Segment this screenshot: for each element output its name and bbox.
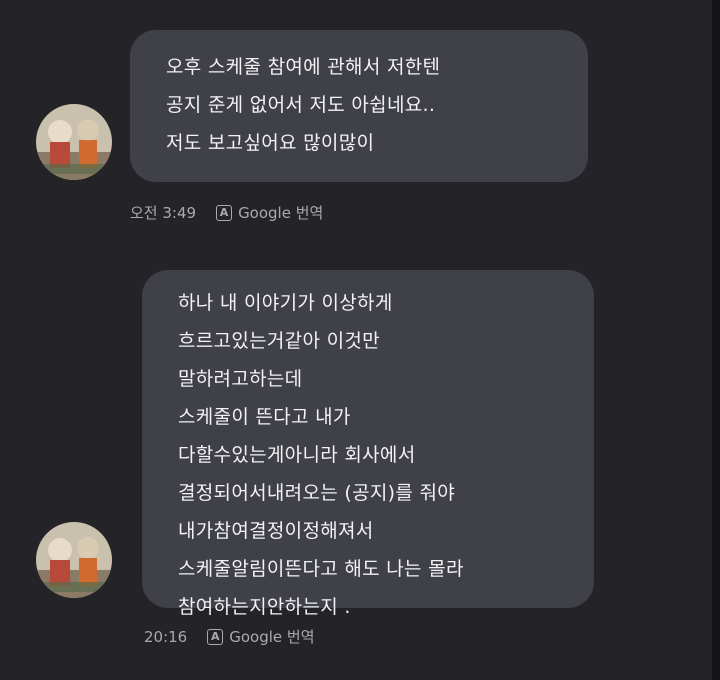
message-line: 저도 보고싶어요 많이많이	[166, 132, 375, 154]
translate-icon: A	[207, 628, 224, 645]
message-line: 다할수있는게아니라 회사에서	[178, 444, 416, 466]
google-translate-button[interactable]: A Google 번역	[216, 202, 323, 223]
message-timestamp: 20:16	[144, 627, 188, 646]
message-line: 내가참여결정이정해져서	[178, 520, 374, 542]
message-line: 하나 내 이야기가 이상하게	[178, 292, 393, 314]
translate-label: Google 번역	[229, 628, 315, 646]
message-line: 결정되어서내려오는 (공지)를 줘야	[178, 482, 456, 504]
window-edge	[712, 0, 720, 680]
message-line: 스케줄알림이뜬다고 해도 나는 몰라	[178, 558, 464, 580]
message-bubble: 오후 스케줄 참여에 관해서 저한텐 공지 준게 없어서 저도 아쉽네요.. 저…	[130, 30, 588, 182]
message-line: 흐르고있는거같아 이것만	[178, 330, 380, 352]
sender-avatar[interactable]	[36, 104, 112, 180]
message-line: 말하려고하는데	[178, 368, 303, 390]
message-line: 공지 준게 없어서 저도 아쉽네요..	[166, 94, 436, 116]
avatar-image	[36, 522, 112, 598]
message-meta: 20:16 A Google 번역	[144, 626, 315, 647]
message-line: 참여하는지안하는지 .	[178, 596, 351, 618]
sender-avatar[interactable]	[36, 522, 112, 598]
message-bubble: 하나 내 이야기가 이상하게 흐르고있는거같아 이것만 말하려고하는데 스케줄이…	[142, 270, 594, 618]
message-line: 오후 스케줄 참여에 관해서 저한텐	[166, 56, 441, 78]
message-line: 스케줄이 뜬다고 내가	[178, 406, 351, 428]
translate-label: Google 번역	[238, 204, 324, 222]
google-translate-button[interactable]: A Google 번역	[207, 626, 315, 647]
message-meta: 오전 3:49 A Google 번역	[130, 202, 323, 223]
translate-icon: A	[216, 204, 233, 221]
message-timestamp: 오전 3:49	[130, 204, 197, 222]
avatar-image	[36, 104, 112, 180]
